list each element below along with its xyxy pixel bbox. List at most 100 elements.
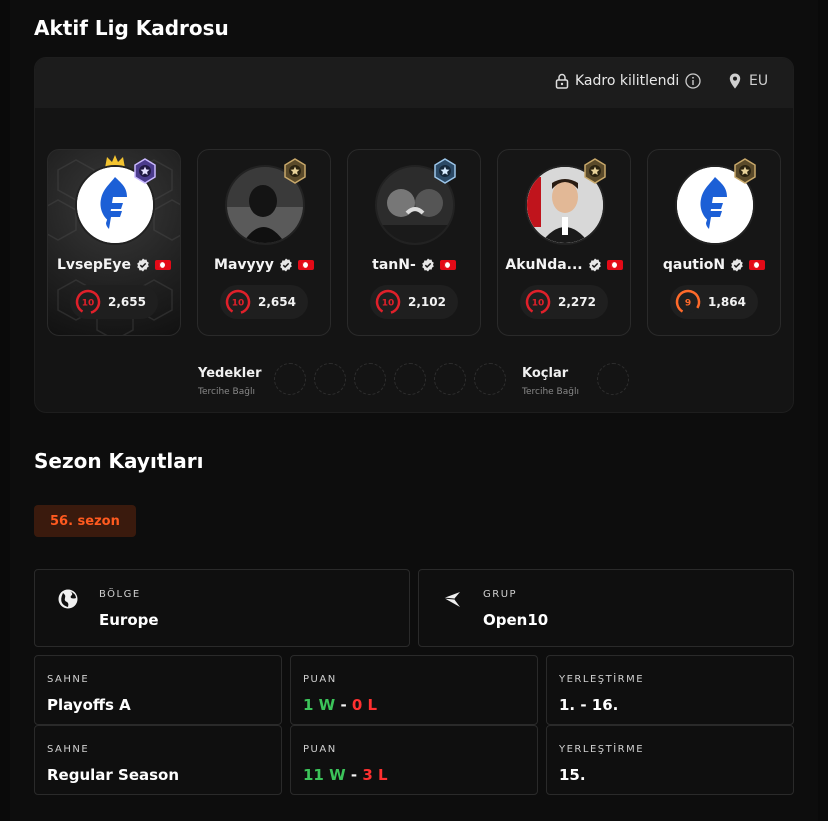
coach-slot[interactable]	[597, 363, 629, 395]
bracket-icon	[443, 592, 460, 607]
stage-value: Regular Season	[47, 766, 180, 784]
level-ring-icon: 10	[525, 289, 551, 315]
placement-box: YERLEŞTİRME 15.	[546, 725, 794, 795]
coaches-hint: Tercihe Bağlı	[522, 387, 579, 397]
level-badge-icon	[584, 158, 606, 184]
losses: 3 L	[362, 766, 388, 784]
player-name[interactable]: Mavyyy	[214, 257, 274, 273]
player-name[interactable]: AkuNda...	[505, 257, 582, 273]
elo-value: 2,655	[108, 295, 146, 309]
roster-lock-status: Kadro kilitlendi	[555, 73, 701, 89]
level-ring-icon: 10	[375, 289, 401, 315]
turkey-flag-icon	[155, 260, 172, 270]
location-pin-icon	[729, 73, 741, 89]
coaches-label: Koçlar	[522, 366, 569, 381]
region-value: Europe	[99, 611, 159, 629]
elo-value: 1,864	[708, 295, 746, 309]
placement-value: 1. - 16.	[559, 696, 619, 714]
roster-card: Kadro kilitlendi EU LvsepEye 10 2,655 Ma…	[34, 57, 794, 413]
level-number: 10	[82, 299, 95, 309]
region-box: BÖLGE Europe	[34, 569, 410, 647]
verified-icon	[137, 258, 149, 272]
player-card[interactable]: qautioN 9 1,864	[647, 149, 781, 336]
turkey-flag-icon	[297, 260, 314, 270]
substitute-slot[interactable]	[354, 363, 386, 395]
turkey-flag-icon	[749, 260, 766, 270]
level-badge-icon	[734, 158, 756, 184]
player-name[interactable]: qautioN	[663, 257, 725, 273]
region-code: EU	[749, 73, 769, 89]
verified-icon	[422, 258, 434, 272]
group-box: GRUP Open10	[418, 569, 794, 647]
stage-box: SAHNE Regular Season	[34, 725, 282, 795]
verified-icon	[588, 258, 601, 272]
group-label: GRUP	[483, 589, 518, 600]
level-ring-icon: 10	[225, 289, 251, 315]
elo-value: 2,272	[558, 295, 596, 309]
stage-label: SAHNE	[47, 744, 90, 755]
score-separator: -	[345, 766, 363, 784]
stage-box: SAHNE Playoffs A	[34, 655, 282, 725]
level-badge-icon	[134, 158, 156, 184]
turkey-flag-icon	[606, 260, 623, 270]
placement-label: YERLEŞTİRME	[559, 674, 645, 685]
level-badge-icon	[284, 158, 306, 184]
player-elo: 10 2,102	[370, 285, 458, 319]
player-name[interactable]: LvsepEye	[57, 257, 131, 273]
placement-label: YERLEŞTİRME	[559, 744, 645, 755]
level-number: 9	[685, 299, 691, 309]
substitute-slot[interactable]	[434, 363, 466, 395]
player-elo: 9 1,864	[670, 285, 758, 319]
level-number: 10	[232, 299, 245, 309]
player-name-row: AkuNda...	[498, 257, 630, 273]
roster-region: EU	[729, 73, 768, 89]
stage-value: Playoffs A	[47, 696, 131, 714]
player-name[interactable]: tanN-	[372, 257, 416, 273]
roster-title: Aktif Lig Kadrosu	[34, 16, 229, 40]
player-elo: 10 2,272	[520, 285, 608, 319]
lock-text: Kadro kilitlendi	[575, 73, 680, 89]
substitutes-hint: Tercihe Bağlı	[198, 387, 255, 397]
elo-value: 2,654	[258, 295, 296, 309]
score-value: 11 W - 3 L	[303, 766, 388, 784]
substitute-slot[interactable]	[314, 363, 346, 395]
player-name-row: qautioN	[648, 257, 780, 273]
elo-value: 2,102	[408, 295, 446, 309]
level-ring-icon: 9	[675, 289, 701, 315]
level-ring-icon: 10	[75, 289, 101, 315]
region-label: BÖLGE	[99, 589, 141, 600]
season-badge[interactable]: 56. sezon	[34, 505, 136, 537]
score-box: PUAN 1 W - 0 L	[290, 655, 538, 725]
wins: 1 W	[303, 696, 336, 714]
score-label: PUAN	[303, 744, 337, 755]
score-label: PUAN	[303, 674, 337, 685]
player-elo: 10 2,655	[70, 285, 158, 319]
player-elo: 10 2,654	[220, 285, 308, 319]
stage-label: SAHNE	[47, 674, 90, 685]
player-card[interactable]: AkuNda... 10 2,272	[497, 149, 631, 336]
player-card[interactable]: tanN- 10 2,102	[347, 149, 481, 336]
verified-icon	[280, 258, 292, 272]
verified-icon	[731, 258, 743, 272]
score-value: 1 W - 0 L	[303, 696, 377, 714]
placement-value: 15.	[559, 766, 586, 784]
lock-icon	[555, 73, 569, 89]
level-number: 10	[382, 299, 395, 309]
group-value: Open10	[483, 611, 549, 629]
page: Aktif Lig Kadrosu Kadro kilitlendi EU Lv…	[10, 0, 818, 821]
substitute-slot[interactable]	[394, 363, 426, 395]
substitutes-label: Yedekler	[198, 366, 262, 381]
wins: 11 W	[303, 766, 346, 784]
player-card[interactable]: Mavyyy 10 2,654	[197, 149, 331, 336]
losses: 0 L	[351, 696, 378, 714]
player-name-row: tanN-	[348, 257, 480, 273]
roster-header: Kadro kilitlendi EU	[35, 58, 793, 108]
info-icon[interactable]	[685, 73, 701, 89]
season-title: Sezon Kayıtları	[34, 449, 204, 473]
player-card-captain[interactable]: LvsepEye 10 2,655	[47, 149, 181, 336]
score-box: PUAN 11 W - 3 L	[290, 725, 538, 795]
score-separator: -	[335, 696, 352, 714]
substitute-slot[interactable]	[274, 363, 306, 395]
player-name-row: Mavyyy	[198, 257, 330, 273]
substitute-slot[interactable]	[474, 363, 506, 395]
